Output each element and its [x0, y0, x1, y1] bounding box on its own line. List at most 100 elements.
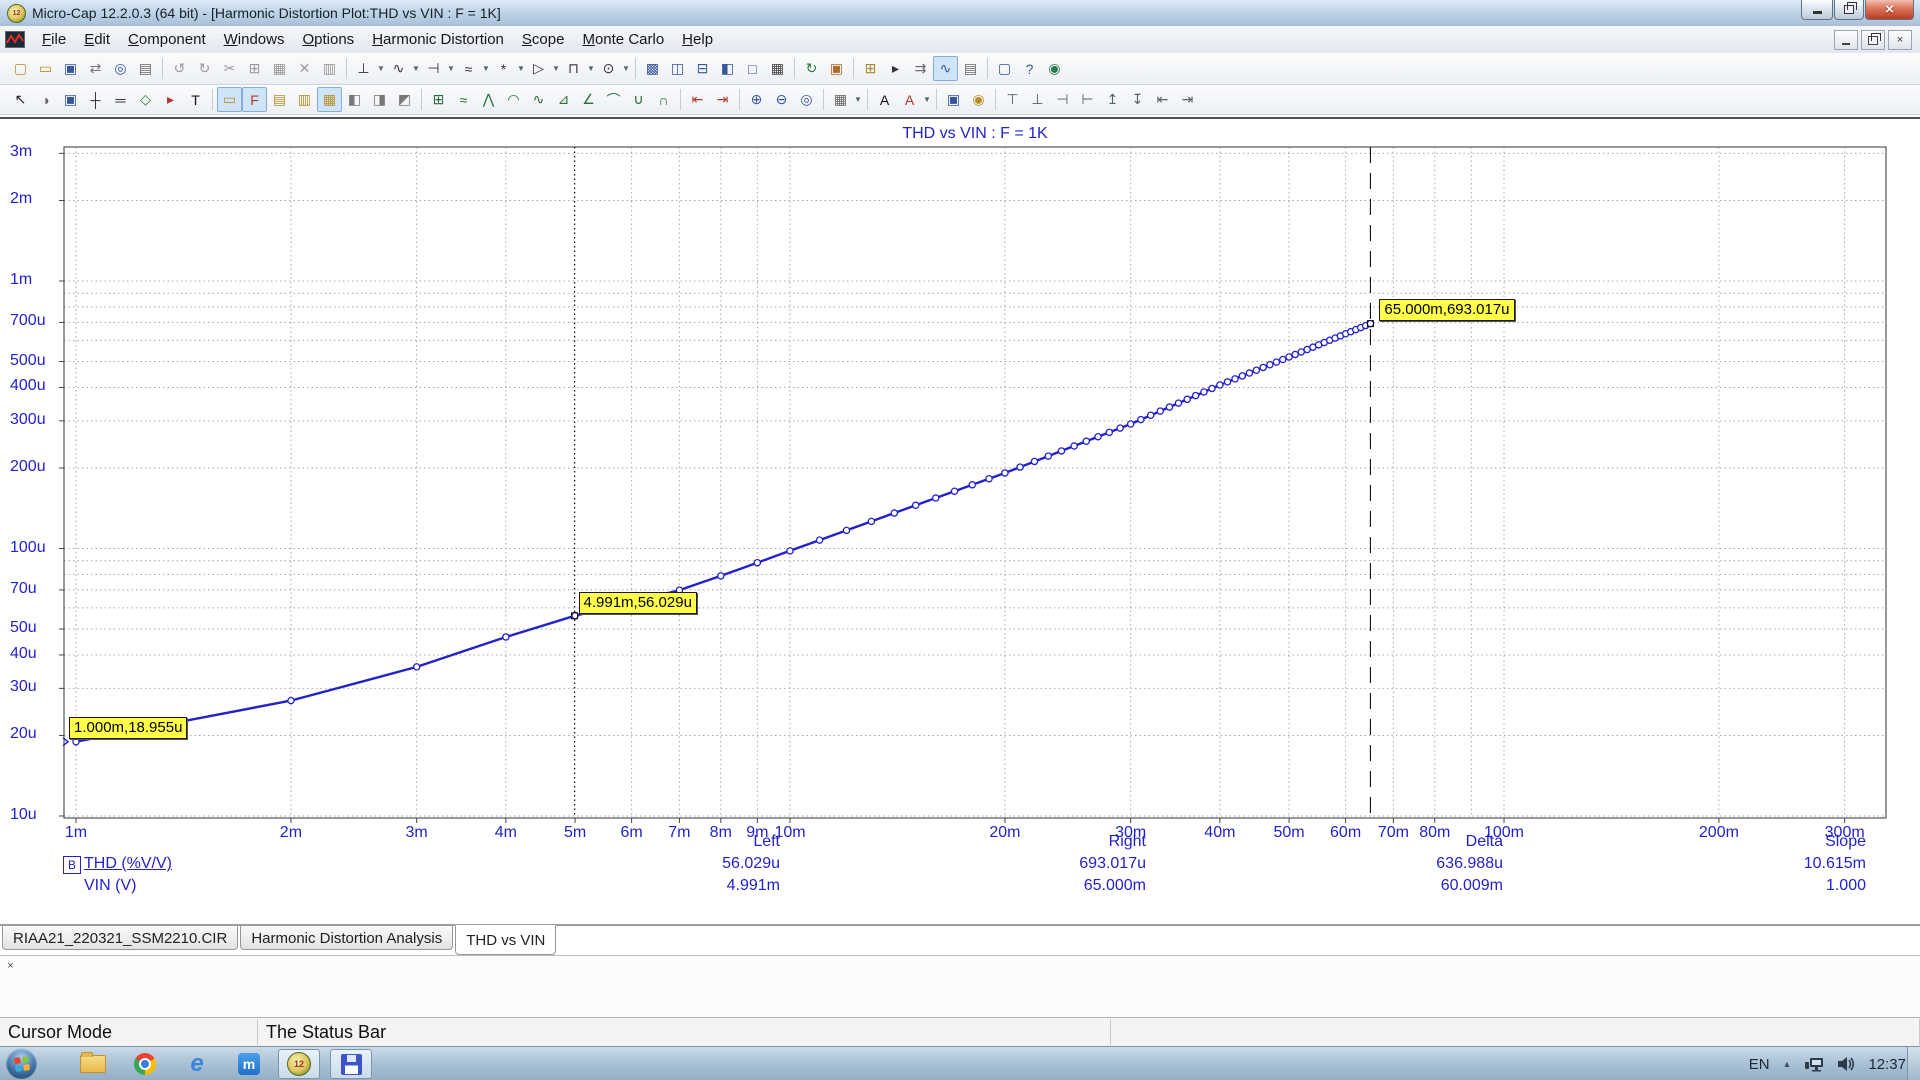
font-button[interactable]: A — [872, 87, 897, 112]
tray-expand-icon[interactable]: ▲ — [1783, 1059, 1792, 1069]
context-help-button[interactable]: ? — [1017, 56, 1042, 81]
cursor-right-button[interactable]: ⇥ — [710, 87, 735, 112]
doc-properties-button[interactable]: ▣ — [58, 87, 83, 112]
horizontal-tag-button[interactable]: ∪ — [626, 87, 651, 112]
align-top-button[interactable]: ⊤ — [1000, 87, 1025, 112]
slope-tag-button[interactable]: ⊿ — [551, 87, 576, 112]
branch-badge[interactable]: B — [63, 856, 81, 874]
restore-button[interactable] — [1834, 0, 1864, 20]
split-window-button[interactable]: ◧ — [715, 56, 740, 81]
cut-button[interactable]: ✂ — [217, 56, 242, 81]
vertical-tag-button[interactable]: ∩ — [651, 87, 676, 112]
menu-harmonic-distortion[interactable]: Harmonic Distortion — [363, 28, 513, 51]
resistor-component-button[interactable]: ⊣ — [421, 56, 446, 81]
cursor-left-button[interactable]: ⇤ — [685, 87, 710, 112]
zoom-in-button[interactable]: ⊕ — [744, 87, 769, 112]
ground-component-button[interactable]: ⊥ — [351, 56, 376, 81]
analysis-limits-button[interactable]: ⊞ — [858, 56, 883, 81]
redo-button[interactable]: ↻ — [192, 56, 217, 81]
plot-window-button[interactable]: ∿ — [933, 56, 958, 81]
start-button[interactable] — [6, 1048, 37, 1079]
waveform-tag-button[interactable]: ∿ — [526, 87, 551, 112]
ruler-button[interactable]: ⋀ — [476, 87, 501, 112]
source-component-button-dropdown-icon[interactable]: ▼ — [411, 64, 421, 73]
component-mode-button[interactable]: ◑ — [33, 87, 58, 112]
forward-annotate-button[interactable]: F — [242, 87, 267, 112]
meter-component-button-dropdown-icon[interactable]: ▼ — [621, 64, 631, 73]
star-component-button-dropdown-icon[interactable]: ▼ — [516, 64, 526, 73]
numeric-output-button[interactable]: ▤ — [958, 56, 983, 81]
noise-component-button[interactable]: ≈ — [456, 56, 481, 81]
align-left-button[interactable]: ⊣ — [1050, 87, 1075, 112]
save-tool-app[interactable] — [330, 1049, 372, 1079]
volume-icon[interactable] — [1837, 1056, 1855, 1072]
text-mode-button[interactable]: T — [183, 87, 208, 112]
cascade-windows-button[interactable]: ▩ — [640, 56, 665, 81]
refresh-analysis-button[interactable]: ↻ — [799, 56, 824, 81]
paste-button[interactable]: ▦ — [267, 56, 292, 81]
star-component-button[interactable]: * — [491, 56, 516, 81]
mdi-minimize-button[interactable] — [1834, 30, 1858, 50]
scale-mode-button[interactable]: ▭ — [217, 87, 242, 112]
font-color-button[interactable]: A — [897, 87, 922, 112]
menu-monte-carlo[interactable]: Monte Carlo — [573, 28, 673, 51]
help-window-button[interactable]: ▢ — [992, 56, 1017, 81]
graphics-mode-button[interactable]: ◇ — [133, 87, 158, 112]
component-info-button[interactable]: ▣ — [824, 56, 849, 81]
properties-button[interactable]: ▣ — [941, 87, 966, 112]
current-display-button[interactable]: ◩ — [392, 87, 417, 112]
flag-mode-button[interactable]: ▸ — [158, 87, 183, 112]
font-color-button-dropdown-icon[interactable]: ▼ — [922, 95, 932, 104]
animate-button[interactable]: ◉ — [966, 87, 991, 112]
mdi-restore-button[interactable] — [1861, 30, 1885, 50]
zoom-area-button[interactable]: ◎ — [794, 87, 819, 112]
translate-button[interactable]: ⇄ — [83, 56, 108, 81]
select-mode-button[interactable]: ↖ — [8, 87, 33, 112]
print-button[interactable]: ▤ — [133, 56, 158, 81]
x-axis-tag-button[interactable]: ◠ — [501, 87, 526, 112]
node-voltages-button[interactable]: ◨ — [367, 87, 392, 112]
attribute-text-button[interactable]: ▦ — [317, 87, 342, 112]
menu-component[interactable]: Component — [119, 28, 215, 51]
select-region-button[interactable]: ▤ — [267, 87, 292, 112]
new-file-button[interactable]: ▢ — [8, 56, 33, 81]
maxthon-app[interactable]: m — [228, 1049, 270, 1079]
tab-harmonic-distortion-analysis[interactable]: Harmonic Distortion Analysis — [240, 926, 453, 950]
ground-component-button-dropdown-icon[interactable]: ▼ — [376, 64, 386, 73]
clock[interactable]: 12:37 — [1868, 1056, 1906, 1073]
resistor-component-button-dropdown-icon[interactable]: ▼ — [446, 64, 456, 73]
delete-button[interactable]: ✕ — [292, 56, 317, 81]
grid-text-button[interactable]: ▥ — [292, 87, 317, 112]
tab-thd-vs-vin[interactable]: THD vs VIN — [455, 925, 556, 955]
menu-windows[interactable]: Windows — [215, 28, 294, 51]
menu-options[interactable]: Options — [293, 28, 363, 51]
explorer-app[interactable] — [72, 1049, 114, 1079]
microcap-app[interactable]: 12 — [278, 1049, 320, 1079]
find-button[interactable]: ◎ — [108, 56, 133, 81]
grid-options-button-dropdown-icon[interactable]: ▼ — [853, 95, 863, 104]
wire-mode-button[interactable]: ┼ — [83, 87, 108, 112]
noise-component-button-dropdown-icon[interactable]: ▼ — [481, 64, 491, 73]
meter-component-button[interactable]: ⊙ — [596, 56, 621, 81]
bus-mode-button[interactable]: ═ — [108, 87, 133, 112]
source-component-button[interactable]: ∿ — [386, 56, 411, 81]
open-file-button[interactable]: ▭ — [33, 56, 58, 81]
maximize-window-button[interactable]: □ — [740, 56, 765, 81]
step-right-button[interactable]: ⇥ — [1175, 87, 1200, 112]
clipboard-button[interactable]: ▥ — [317, 56, 342, 81]
data-point-label[interactable]: 65.000m,693.017u — [1379, 299, 1514, 321]
data-points-button[interactable]: ⊞ — [426, 87, 451, 112]
zoom-out-button[interactable]: ⊖ — [769, 87, 794, 112]
data-point-label[interactable]: 4.991m,56.029u — [579, 592, 697, 614]
tab-riaa21-220321-ssm2210-cir[interactable]: RIAA21_220321_SSM2210.CIR — [2, 926, 238, 950]
align-right-button[interactable]: ⊢ — [1075, 87, 1100, 112]
undo-button[interactable]: ↺ — [167, 56, 192, 81]
node-numbers-button[interactable]: ◧ — [342, 87, 367, 112]
menu-help[interactable]: Help — [673, 28, 722, 51]
panel-close-icon[interactable]: × — [4, 959, 17, 972]
ic-component-button-dropdown-icon[interactable]: ▼ — [586, 64, 596, 73]
baseline-button[interactable]: ⌒ — [601, 87, 626, 112]
align-bottom-button[interactable]: ⊥ — [1025, 87, 1050, 112]
diode-component-button-dropdown-icon[interactable]: ▼ — [551, 64, 561, 73]
tokens-button[interactable]: ≈ — [451, 87, 476, 112]
